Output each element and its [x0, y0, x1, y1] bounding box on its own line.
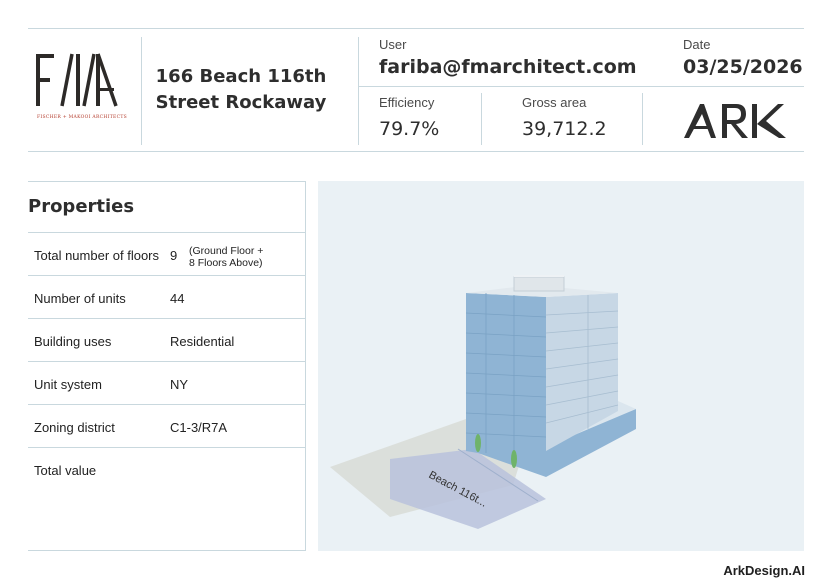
header-mid-rule — [358, 86, 804, 87]
properties-row-divider — [28, 275, 306, 276]
header-bottom-rule — [28, 151, 804, 152]
property-value: 44 — [170, 291, 185, 306]
user-label: User — [379, 37, 407, 52]
date-label: Date — [683, 37, 711, 52]
property-label: Unit system — [34, 377, 102, 392]
property-label: Zoning district — [34, 420, 115, 435]
efficiency-label: Efficiency — [379, 95, 435, 110]
bulkhead-top — [514, 275, 564, 277]
property-value: 9 — [170, 248, 178, 263]
header-divider — [141, 37, 142, 145]
property-note: (Ground Floor + 8 Floors Above) — [189, 245, 264, 269]
project-title-line1: 166 Beach 116th — [155, 66, 327, 87]
property-label: Number of units — [34, 291, 126, 306]
property-value: NY — [170, 377, 189, 392]
project-title: 166 Beach 116th Street Rockaway — [146, 64, 336, 116]
properties-row-divider — [28, 232, 306, 233]
property-label: Total value — [34, 463, 97, 478]
header-divider — [358, 37, 359, 145]
header-top-rule — [28, 28, 804, 29]
user-value: fariba@fmarchitect.com — [379, 56, 637, 78]
properties-row-divider — [28, 447, 306, 448]
header-divider — [481, 93, 482, 145]
properties-heading: Properties — [28, 196, 135, 217]
properties-bottom-rule — [28, 550, 306, 551]
property-note-line: 8 Floors Above) — [189, 256, 263, 269]
properties-right-rule — [305, 181, 306, 551]
header-divider — [642, 93, 643, 145]
properties-row-divider — [28, 361, 306, 362]
property-label: Building uses — [34, 334, 112, 349]
efficiency-value: 79.7% — [379, 118, 440, 140]
building-model-view[interactable]: Beach 116t... — [318, 181, 804, 551]
gross-area-value: 39,712.2 — [522, 118, 607, 140]
property-label: Total number of floors — [34, 248, 160, 263]
property-value: C1-3/R7A — [170, 420, 228, 435]
properties-row-divider — [28, 404, 306, 405]
properties-row-divider — [28, 318, 306, 319]
building-model: Beach 116t... — [330, 275, 636, 529]
properties-top-rule — [28, 181, 306, 182]
bulkhead-front — [513, 276, 565, 292]
project-title-line2: Street Rockaway — [155, 92, 327, 113]
property-note-line: (Ground Floor + — [189, 245, 264, 257]
ark-logo — [684, 104, 786, 138]
property-value: Residential — [170, 334, 235, 349]
firm-name: FISCHER + MAKOOI ARCHITECTS — [36, 115, 128, 120]
footer-brand: ArkDesign.AI — [723, 563, 805, 578]
firm-logo-mark — [36, 53, 118, 107]
date-value: 03/25/2026 — [683, 56, 803, 78]
gross-area-label: Gross area — [522, 95, 587, 110]
